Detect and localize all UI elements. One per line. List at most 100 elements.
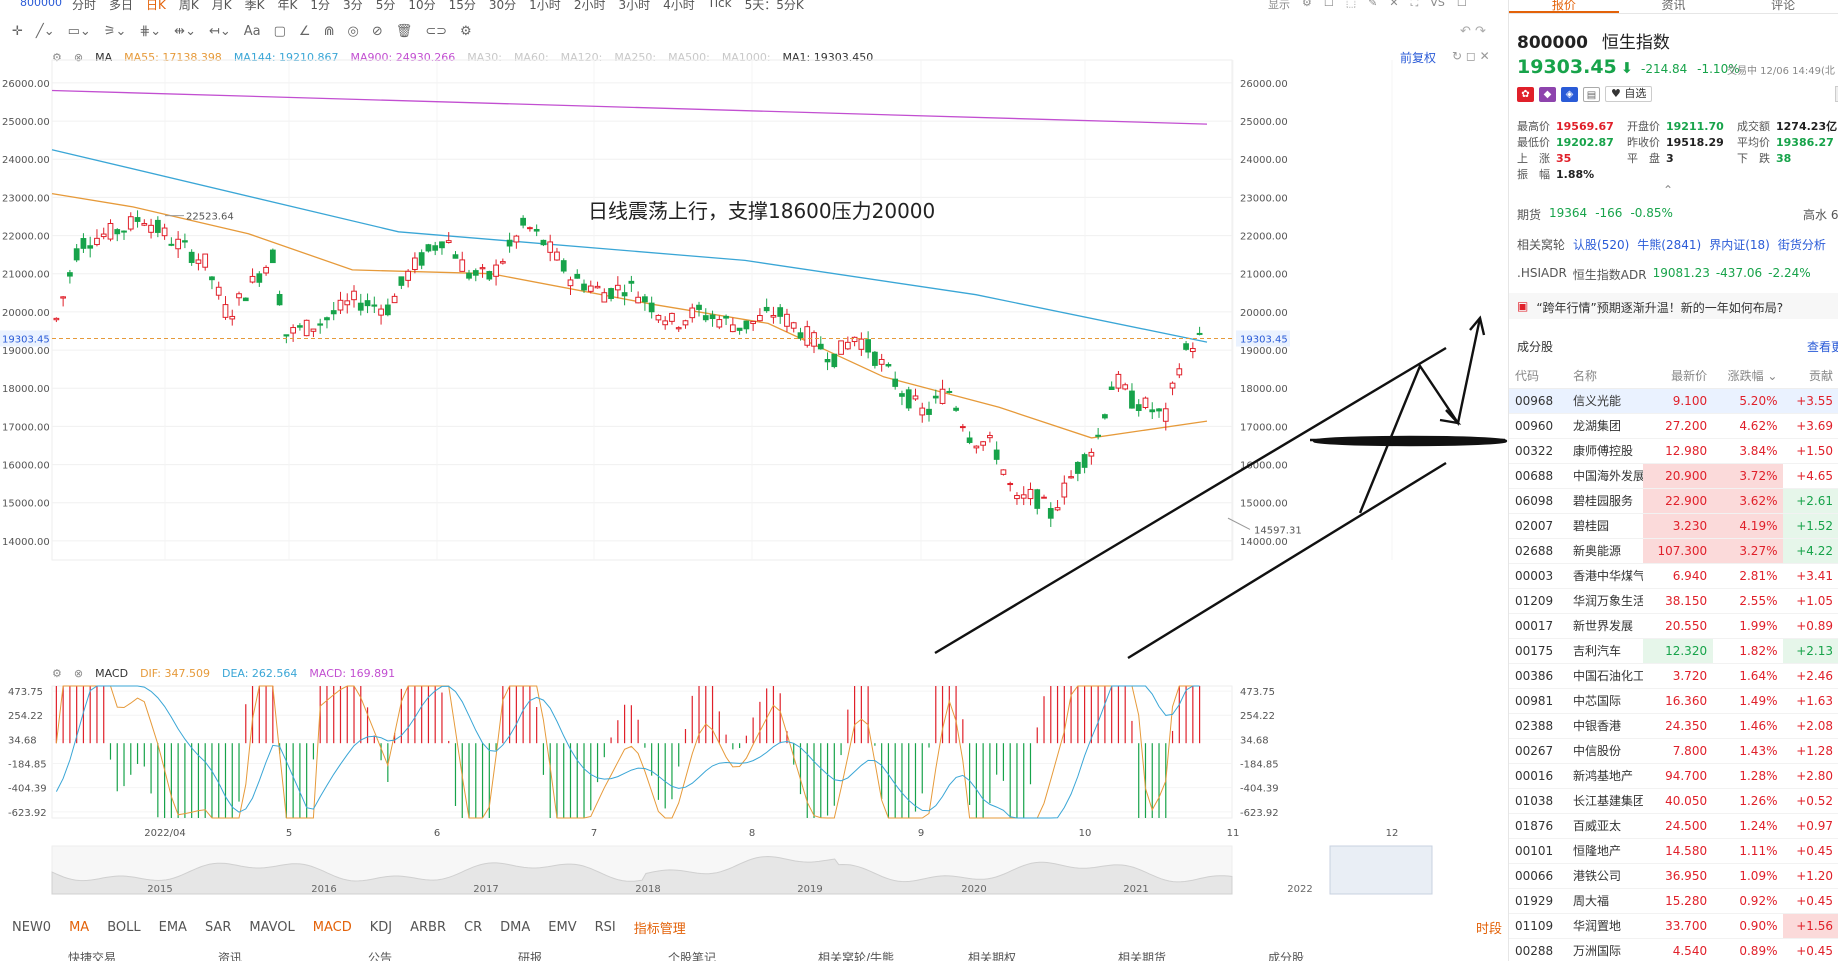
bottom-link[interactable]: 个股笔记 — [668, 949, 818, 961]
macd-chart[interactable]: 473.75 473.75 254.22 254.22 34.68 34.68 -184.8… — [0, 678, 1508, 918]
kline-chart[interactable]: 26000.00 26000.00 25000.00 25000.00 24000.00… — [0, 48, 1508, 708]
table-row[interactable]: 00003 香港中华煤气 6.940 2.81% +3.41 — [1509, 563, 1838, 589]
chart-tool-icon[interactable]: 显示 — [1268, 0, 1290, 12]
chart-tool-icon[interactable]: ⛶ — [1411, 0, 1419, 12]
table-row[interactable]: 00267 中信股份 7.800 1.43% +1.28 — [1509, 738, 1838, 764]
indicator-tab[interactable]: DMA — [500, 920, 530, 935]
table-row[interactable]: 00386 中国石油化工 3.720 1.64% +2.46 — [1509, 663, 1838, 689]
chart-tool-icon[interactable]: ☐ — [1324, 0, 1334, 12]
annotation-text[interactable]: 日线震荡上行，支撑18600压力20000 — [588, 199, 935, 223]
period-tab[interactable]: 年K — [278, 0, 298, 13]
period-tab[interactable]: 周K — [179, 0, 199, 13]
link-icon[interactable]: ⊂⊃ — [425, 24, 447, 39]
indicator-tab[interactable]: BOLL — [107, 920, 140, 935]
table-row[interactable]: 00017 新世界发展 20.550 1.99% +0.89 — [1509, 613, 1838, 639]
table-row[interactable]: 01876 百威亚太 24.500 1.24% +0.97 — [1509, 813, 1838, 839]
warrant-link[interactable]: 界内证(18) — [1709, 236, 1770, 253]
overview-navigator[interactable]: 2015 2016 2017 2018 2019 2020 2021 2022 — [51, 845, 1433, 895]
bottom-link[interactable]: 相关窝轮/牛熊 — [818, 949, 968, 961]
indicator-tab[interactable]: KDJ — [370, 920, 392, 935]
table-row[interactable]: 00322 康师傅控股 12.980 3.84% +1.50 — [1509, 438, 1838, 464]
table-row[interactable]: 00981 中芯国际 16.360 1.49% +1.63 — [1509, 688, 1838, 714]
table-header-cell[interactable]: 名称 — [1567, 364, 1643, 389]
period-tab[interactable]: 3小时 — [618, 0, 650, 13]
news-headline[interactable]: “跨年行情”预期逐渐升温！新的一年如何布局? — [1536, 299, 1783, 315]
crosshair-icon[interactable]: ✛ — [12, 24, 23, 39]
table-row[interactable]: 01209 华润万象生活 38.150 2.55% +1.05 — [1509, 588, 1838, 614]
trash-icon[interactable]: 🗑 — [396, 24, 413, 39]
table-row[interactable]: 02007 碧桂园 3.230 4.19% +1.52 — [1509, 513, 1838, 539]
period-tab[interactable]: 3分 — [343, 0, 363, 13]
chart-tool-icon[interactable]: VS — [1430, 0, 1445, 12]
table-row[interactable]: 00101 恒隆地产 14.580 1.11% +0.45 — [1509, 838, 1838, 864]
chart-tool-icon[interactable]: ✕ — [1389, 0, 1398, 12]
table-row[interactable]: 06098 碧桂园服务 22.900 3.62% +2.61 — [1509, 488, 1838, 514]
period-tab[interactable]: 1小时 — [529, 0, 561, 13]
period-tab[interactable]: 季K — [245, 0, 265, 13]
indicator-tab[interactable]: RSI — [595, 920, 616, 935]
table-header-cell[interactable]: 贡献 — [1783, 364, 1838, 389]
table-row[interactable]: 01038 长江基建集团 40.050 1.26% +0.52 — [1509, 788, 1838, 814]
bottom-link[interactable]: 成分股 — [1268, 949, 1418, 961]
period-tab[interactable]: 2小时 — [574, 0, 606, 13]
warrant-link[interactable]: 牛熊(2841) — [1637, 236, 1701, 253]
indicator-tab[interactable]: MA — [69, 920, 89, 935]
chart-tool-icon[interactable]: ⬚ — [1346, 0, 1356, 12]
text-tool-icon[interactable]: Aa — [244, 24, 261, 39]
lock-icon[interactable]: ⊘ — [372, 24, 383, 39]
add-favorite-button[interactable]: ♥ 自选 — [1605, 86, 1653, 102]
indicator-tab[interactable]: ARBR — [410, 920, 446, 935]
panel-tab[interactable]: 评论 — [1728, 0, 1838, 13]
overview-window[interactable] — [1329, 845, 1433, 895]
warrant-link[interactable]: 街货分析 — [1778, 236, 1826, 253]
indicator-tab[interactable]: EMA — [159, 920, 187, 935]
table-header-cell[interactable]: 代码 — [1509, 364, 1567, 389]
table-row[interactable]: 02388 中银香港 24.350 1.46% +2.08 — [1509, 713, 1838, 739]
eye-icon[interactable]: ◎ — [347, 24, 358, 39]
flag-icon[interactable]: ✿ — [1517, 86, 1534, 102]
settings-icon[interactable]: ⚙ — [460, 24, 472, 39]
symbol-code[interactable]: 800000 — [20, 0, 62, 9]
news-row[interactable]: ▣ “跨年行情”预期逐渐升温！新的一年如何布局? — [1509, 293, 1838, 319]
adr-code[interactable]: .HSIADR — [1517, 266, 1567, 283]
period-tab[interactable]: 10分 — [408, 0, 435, 13]
chart-tool-icon[interactable]: ☐ — [1457, 0, 1467, 12]
period-tab[interactable]: 5分 — [376, 0, 396, 13]
time-share-button[interactable]: 时段 — [1476, 918, 1502, 937]
table-row[interactable]: 02688 新奥能源 107.300 3.27% +4.22 — [1509, 538, 1838, 564]
fib-tool-icon[interactable]: ⚞⌄ — [104, 24, 127, 39]
chart-tool-icon[interactable]: ⚙ — [1302, 0, 1312, 12]
table-row[interactable]: 01929 周大福 15.280 0.92% +0.45 — [1509, 888, 1838, 914]
period-tab[interactable]: Tick — [708, 0, 732, 13]
period-tab[interactable]: 1分 — [310, 0, 330, 13]
table-row[interactable]: 00016 新鸿基地产 94.700 1.28% +2.80 — [1509, 763, 1838, 789]
indicator-tab[interactable]: EMV — [548, 920, 576, 935]
ruler-icon[interactable]: ∠ — [299, 24, 311, 39]
period-tab[interactable]: 15分 — [449, 0, 476, 13]
warrant-link[interactable]: 认股(520) — [1573, 236, 1629, 253]
rect-tool-icon[interactable]: ▭⌄ — [68, 24, 91, 39]
bottom-link[interactable]: 相关期货 — [1118, 949, 1268, 961]
derivatives-icon[interactable]: ◆ — [1539, 86, 1556, 102]
bottom-link[interactable]: 快捷交易 — [68, 949, 218, 961]
chart-tool-icon[interactable]: ✎ — [1368, 0, 1377, 12]
note-icon[interactable]: ▤ — [1583, 86, 1600, 102]
bottom-link[interactable]: 资讯 — [218, 949, 368, 961]
table-row[interactable]: 01109 华润置地 33.700 0.90% +1.56 — [1509, 913, 1838, 939]
period-tab[interactable]: 月K — [212, 0, 232, 13]
measure-tool-icon[interactable]: ⇹⌄ — [174, 24, 196, 39]
magnet-icon[interactable]: ⋒ — [324, 24, 335, 39]
indicator-tab[interactable]: SAR — [205, 920, 231, 935]
bottom-link[interactable]: 公告 — [368, 949, 518, 961]
indicator-tab[interactable]: MAVOL — [249, 920, 294, 935]
view-more-link[interactable]: 查看更 — [1807, 338, 1838, 355]
table-row[interactable]: 00175 吉利汽车 12.320 1.82% +2.13 — [1509, 638, 1838, 664]
period-tab[interactable]: 分时 — [72, 0, 96, 13]
tag-icon[interactable]: ◈ — [1561, 86, 1578, 102]
arrow-tool-icon[interactable]: ↤⌄ — [209, 24, 231, 39]
table-row[interactable]: 00288 万洲国际 4.540 0.89% +0.45 — [1509, 938, 1838, 961]
table-row[interactable]: 00688 中国海外发展 20.900 3.72% +4.65 — [1509, 463, 1838, 489]
period-tab[interactable]: 5天：5分K — [745, 0, 804, 13]
bottom-link[interactable]: 相关期权 — [968, 949, 1118, 961]
indicator-manager-button[interactable]: 指标管理 — [634, 918, 686, 937]
